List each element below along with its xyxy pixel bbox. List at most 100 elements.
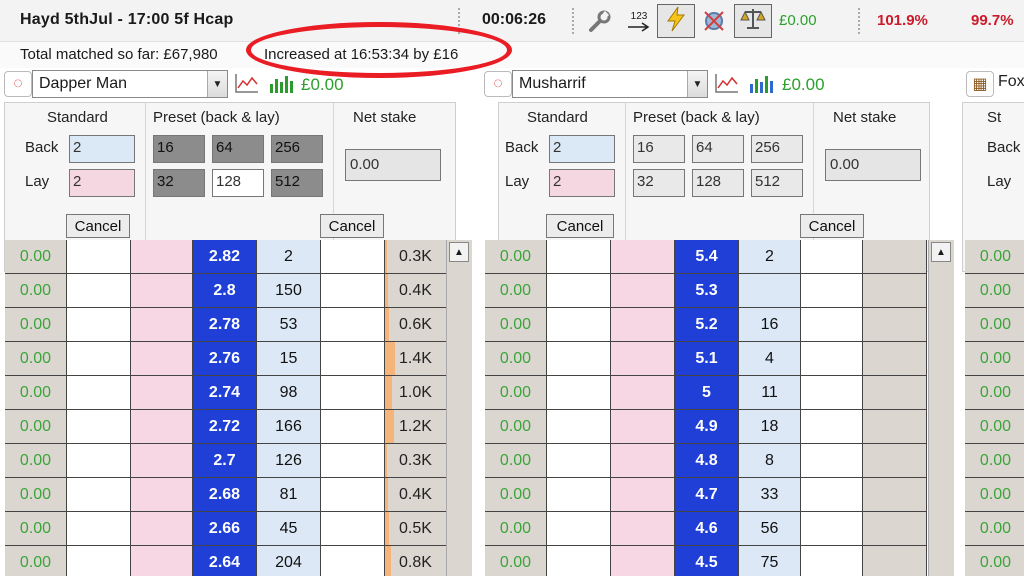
- lay-order-cell[interactable]: [321, 512, 385, 546]
- back-order-cell[interactable]: [67, 444, 131, 478]
- lay-cell[interactable]: [131, 546, 193, 576]
- lay-cell[interactable]: [131, 478, 193, 512]
- runner-select[interactable]: Musharrif ▼: [512, 70, 708, 98]
- back-volume-cell[interactable]: 45: [257, 512, 321, 546]
- preset-back-1[interactable]: 16: [633, 135, 685, 163]
- back-volume-cell[interactable]: 33: [739, 478, 801, 512]
- preset-lay-1[interactable]: 32: [633, 169, 685, 197]
- scroll-up-icon[interactable]: ▲: [931, 242, 951, 262]
- lay-cell[interactable]: [611, 410, 675, 444]
- cancel-lay-button[interactable]: Cancel: [800, 214, 864, 238]
- standard-lay-input[interactable]: 2: [69, 169, 135, 197]
- lay-cell[interactable]: [131, 240, 193, 274]
- lay-cell[interactable]: [611, 512, 675, 546]
- lay-cell[interactable]: [131, 444, 193, 478]
- chevron-down-icon[interactable]: ▼: [207, 71, 227, 97]
- back-order-cell[interactable]: [547, 376, 611, 410]
- lay-order-cell[interactable]: [801, 376, 863, 410]
- back-order-cell[interactable]: [67, 478, 131, 512]
- line-chart-icon[interactable]: [714, 72, 742, 96]
- bar-chart-icon[interactable]: [268, 72, 296, 96]
- lay-order-cell[interactable]: [801, 274, 863, 308]
- lay-order-cell[interactable]: [321, 410, 385, 444]
- preset-back-3[interactable]: 256: [271, 135, 323, 163]
- standard-back-input[interactable]: 2: [69, 135, 135, 163]
- lay-order-cell[interactable]: [321, 376, 385, 410]
- lay-cell[interactable]: [611, 274, 675, 308]
- back-volume-cell[interactable]: 16: [739, 308, 801, 342]
- back-order-cell[interactable]: [547, 274, 611, 308]
- lay-cell[interactable]: [611, 240, 675, 274]
- preset-back-3[interactable]: 256: [751, 135, 803, 163]
- ladder-view-icon[interactable]: 123: [624, 4, 654, 38]
- preset-lay-2[interactable]: 128: [212, 169, 264, 197]
- back-volume-cell[interactable]: 11: [739, 376, 801, 410]
- back-volume-cell[interactable]: 75: [739, 546, 801, 576]
- preset-lay-1[interactable]: 32: [153, 169, 205, 197]
- runner-name-partial[interactable]: Fox: [998, 73, 1024, 91]
- lay-cell[interactable]: [131, 342, 193, 376]
- lay-order-cell[interactable]: [321, 546, 385, 576]
- lay-order-cell[interactable]: [801, 546, 863, 576]
- lay-order-cell[interactable]: [801, 478, 863, 512]
- preset-lay-3[interactable]: 512: [751, 169, 803, 197]
- back-order-cell[interactable]: [547, 308, 611, 342]
- back-order-cell[interactable]: [67, 410, 131, 444]
- lay-cell[interactable]: [131, 308, 193, 342]
- back-volume-cell[interactable]: 8: [739, 444, 801, 478]
- lay-cell[interactable]: [131, 376, 193, 410]
- back-volume-cell[interactable]: 126: [257, 444, 321, 478]
- back-volume-cell[interactable]: 15: [257, 342, 321, 376]
- back-volume-cell[interactable]: 81: [257, 478, 321, 512]
- lay-order-cell[interactable]: [321, 240, 385, 274]
- preset-back-2[interactable]: 64: [692, 135, 744, 163]
- standard-back-input[interactable]: 2: [549, 135, 615, 163]
- runner-select[interactable]: Dapper Man ▼: [32, 70, 228, 98]
- back-order-cell[interactable]: [547, 410, 611, 444]
- lay-order-cell[interactable]: [321, 342, 385, 376]
- bar-chart-icon[interactable]: [748, 72, 776, 96]
- back-order-cell[interactable]: [547, 342, 611, 376]
- wrench-icon[interactable]: [584, 4, 616, 38]
- lay-cell[interactable]: [611, 546, 675, 576]
- preset-lay-2[interactable]: 128: [692, 169, 744, 197]
- lay-order-cell[interactable]: [801, 410, 863, 444]
- lay-order-cell[interactable]: [321, 274, 385, 308]
- back-order-cell[interactable]: [547, 444, 611, 478]
- back-order-cell[interactable]: [67, 546, 131, 576]
- back-volume-cell[interactable]: [739, 274, 801, 308]
- back-volume-cell[interactable]: 150: [257, 274, 321, 308]
- cancel-back-button[interactable]: Cancel: [66, 214, 130, 238]
- chevron-down-icon[interactable]: ▼: [687, 71, 707, 97]
- back-volume-cell[interactable]: 204: [257, 546, 321, 576]
- preset-lay-3[interactable]: 512: [271, 169, 323, 197]
- back-order-cell[interactable]: [67, 274, 131, 308]
- back-order-cell[interactable]: [67, 512, 131, 546]
- lay-cell[interactable]: [611, 342, 675, 376]
- back-volume-cell[interactable]: 4: [739, 342, 801, 376]
- lay-order-cell[interactable]: [321, 444, 385, 478]
- crossed-cog-icon[interactable]: [698, 4, 730, 38]
- lay-cell[interactable]: [131, 512, 193, 546]
- back-order-cell[interactable]: [547, 512, 611, 546]
- back-order-cell[interactable]: [67, 376, 131, 410]
- scroll-up-icon[interactable]: ▲: [449, 242, 469, 262]
- lay-order-cell[interactable]: [801, 308, 863, 342]
- standard-lay-input[interactable]: 2: [549, 169, 615, 197]
- back-order-cell[interactable]: [547, 240, 611, 274]
- balance-scale-button[interactable]: [734, 4, 772, 38]
- lay-cell[interactable]: [611, 478, 675, 512]
- ladder-scrollbar[interactable]: ▲: [928, 240, 954, 576]
- lay-cell[interactable]: [131, 410, 193, 444]
- lay-order-cell[interactable]: [321, 308, 385, 342]
- preset-back-2[interactable]: 64: [212, 135, 264, 163]
- lay-order-cell[interactable]: [801, 512, 863, 546]
- lay-cell[interactable]: [611, 308, 675, 342]
- back-order-cell[interactable]: [67, 308, 131, 342]
- cancel-lay-button[interactable]: Cancel: [320, 214, 384, 238]
- lay-cell[interactable]: [611, 376, 675, 410]
- back-volume-cell[interactable]: 53: [257, 308, 321, 342]
- lay-order-cell[interactable]: [801, 240, 863, 274]
- back-volume-cell[interactable]: 56: [739, 512, 801, 546]
- line-chart-icon[interactable]: [234, 72, 262, 96]
